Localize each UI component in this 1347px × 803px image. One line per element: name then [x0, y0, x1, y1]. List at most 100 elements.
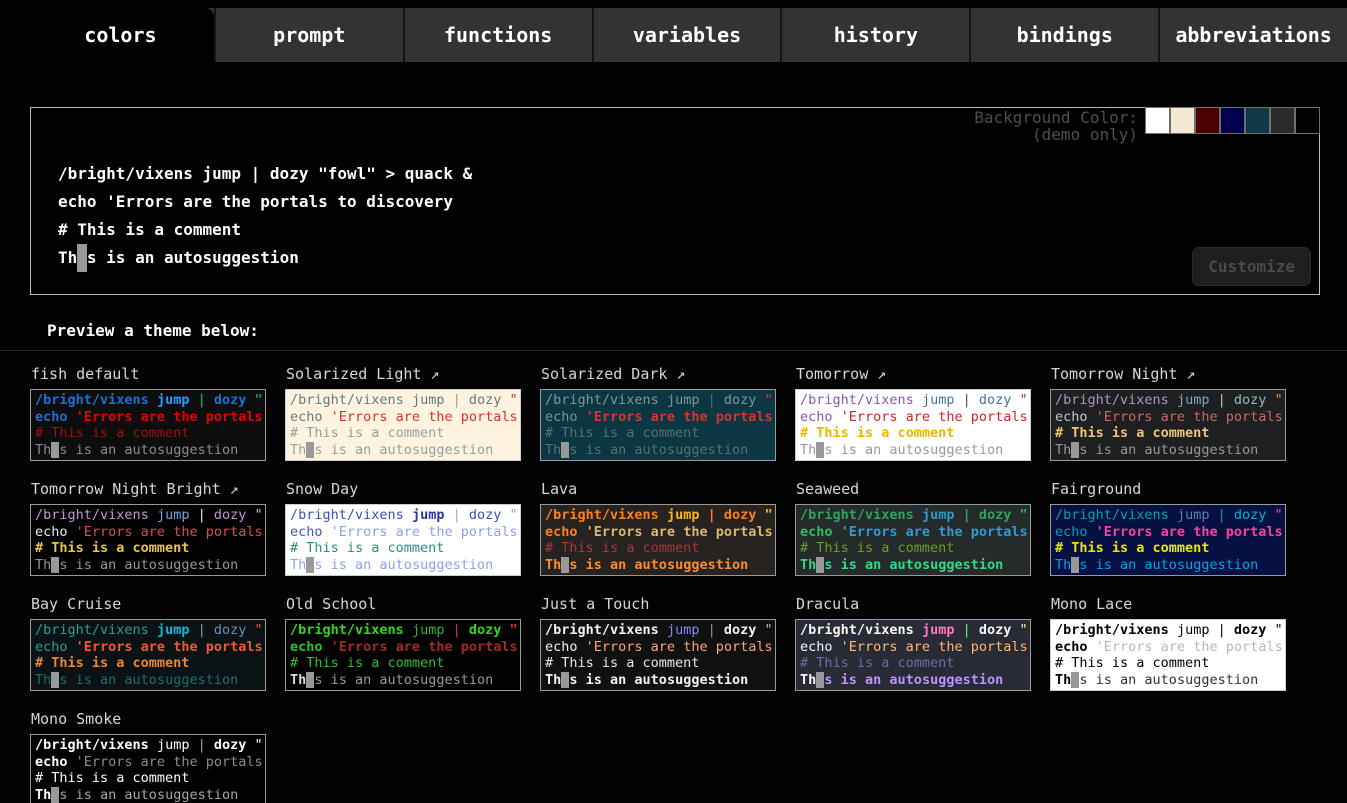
theme-card[interactable]: Solarized Light ↗/bright/vixens jump | d… — [285, 359, 521, 461]
theme-preview-box[interactable]: /bright/vixens jump | dozy "echo 'Errors… — [285, 389, 521, 461]
token-param: jump — [1177, 392, 1210, 408]
autosuggestion-text: s is an autosuggestion — [59, 672, 238, 688]
autosuggestion-text: s is an autosuggestion — [1079, 442, 1258, 458]
token-pipe: | — [963, 507, 971, 523]
theme-name-text: fish default — [31, 365, 139, 383]
theme-card[interactable]: Seaweed/bright/vixens jump | dozy "echo … — [795, 474, 1031, 576]
token-echo: echo — [290, 409, 323, 425]
theme-card[interactable]: Mono Lace/bright/vixens jump | dozy "ech… — [1050, 589, 1286, 691]
token-pipe: | — [198, 507, 206, 523]
token-path: /bright/vixens — [1055, 622, 1169, 638]
bg-swatch-maroon[interactable] — [1195, 107, 1220, 134]
theme-section: fish default/bright/vixens jump | dozy "… — [0, 350, 1347, 803]
bg-swatch-cream[interactable] — [1170, 107, 1195, 134]
theme-card[interactable]: Lava/bright/vixens jump | dozy "echo 'Er… — [540, 474, 776, 576]
background-color-label-line1: Background Color: — [974, 109, 1138, 126]
theme-card[interactable]: Tomorrow Night Bright ↗ /bright/vixens ju… — [30, 474, 266, 576]
theme-name-text: Lava — [541, 480, 577, 498]
autosuggestion-text: s is an autosuggestion — [569, 557, 748, 573]
autosuggestion-text: s is an autosuggestion — [1079, 557, 1258, 573]
theme-preview-box[interactable]: /bright/vixens jump | dozy "echo 'Errors… — [30, 734, 266, 803]
theme-card[interactable]: Dracula/bright/vixens jump | dozy "echo … — [795, 589, 1031, 691]
theme-preview-box[interactable]: /bright/vixens jump | dozy "echo 'Errors… — [30, 389, 266, 461]
bg-swatch-white[interactable] — [1145, 107, 1170, 134]
customize-button[interactable]: Customize — [1192, 247, 1311, 286]
token-echo: echo — [290, 639, 323, 655]
theme-name-text: Tomorrow Night — [1051, 365, 1177, 383]
theme-preview-box[interactable]: /bright/vixens jump | dozy "echo 'Errors… — [540, 389, 776, 461]
theme-card[interactable]: Mono Smoke/bright/vixens jump | dozy "ec… — [30, 704, 266, 803]
theme-preview-box[interactable]: /bright/vixens jump | dozy "echo 'Errors… — [540, 504, 776, 576]
theme-name: Tomorrow Night Bright ↗ — [31, 480, 266, 498]
sample-line-2: echo 'Errors are the portals to discover… — [545, 524, 771, 541]
theme-preview-box[interactable]: /bright/vixens jump | dozy "echo 'Errors… — [795, 504, 1031, 576]
sample-line-4: This is an autosuggestion — [35, 672, 261, 689]
tab-history[interactable]: history — [780, 8, 969, 62]
token-comment: # This is a comment — [800, 425, 954, 441]
theme-name: Tomorrow Night ↗ — [1051, 365, 1286, 383]
autosuggestion-text: s is an autosuggestion — [87, 248, 299, 267]
theme-card[interactable]: Old School/bright/vixens jump | dozy "ec… — [285, 589, 521, 691]
theme-preview-box[interactable]: /bright/vixens jump | dozy "echo 'Errors… — [1050, 504, 1286, 576]
tab-bindings[interactable]: bindings — [969, 8, 1158, 62]
tab-colors[interactable]: colors — [27, 8, 214, 62]
token-comment: # This is a comment — [545, 425, 699, 441]
token-comment: # This is a comment — [545, 540, 699, 556]
token-path: /bright/vixens — [1055, 392, 1169, 408]
bg-swatch-black[interactable] — [1295, 107, 1320, 134]
theme-card[interactable]: fish default/bright/vixens jump | dozy "… — [30, 359, 266, 461]
theme-name: Seaweed — [796, 480, 1031, 498]
autosuggestion-text: s is an autosuggestion — [824, 672, 1003, 688]
theme-preview-box[interactable]: /bright/vixens jump | dozy "echo 'Errors… — [1050, 619, 1286, 691]
sample-line-4: This is an autosuggestion — [35, 787, 261, 803]
tab-functions[interactable]: functions — [403, 8, 592, 62]
token-echo: echo — [545, 524, 578, 540]
theme-preview-box[interactable]: /bright/vixens jump | dozy "echo 'Errors… — [285, 619, 521, 691]
token-param: jump — [412, 622, 445, 638]
token-quote: " — [1020, 622, 1028, 638]
theme-preview-box[interactable]: /bright/vixens jump | dozy "echo 'Errors… — [795, 389, 1031, 461]
typed-text: Th — [545, 442, 561, 458]
theme-name: Fairground — [1051, 480, 1286, 498]
theme-card[interactable]: Solarized Dark ↗/bright/vixens jump | do… — [540, 359, 776, 461]
token-string: 'Errors are the portals to discovery — [841, 524, 1031, 540]
sample-line-4: This is an autosuggestion — [800, 672, 1026, 689]
tab-prompt[interactable]: prompt — [214, 8, 403, 62]
background-swatch-row — [1145, 107, 1320, 134]
sample-line-1: /bright/vixens jump | dozy " — [800, 622, 1026, 639]
sample-line-1: /bright/vixens jump | dozy " — [1055, 392, 1281, 409]
sample-line-2: echo 'Errors are the portals to discover… — [1055, 639, 1281, 656]
theme-card[interactable]: Just a Touch/bright/vixens jump | dozy "… — [540, 589, 776, 691]
token-pipe: | — [198, 622, 206, 638]
theme-preview-box[interactable]: /bright/vixens jump | dozy "echo 'Errors… — [30, 619, 266, 691]
theme-preview-box[interactable]: /bright/vixens jump | dozy "echo 'Errors… — [1050, 389, 1286, 461]
bg-swatch-teal[interactable] — [1245, 107, 1270, 134]
sample-line-2: echo 'Errors are the portals to discover… — [800, 409, 1026, 426]
tab-variables[interactable]: variables — [592, 8, 781, 62]
token-param: jump — [1177, 622, 1210, 638]
theme-card[interactable]: Bay Cruise/bright/vixens jump | dozy "ec… — [30, 589, 266, 691]
theme-preview-box[interactable]: /bright/vixens jump | dozy "echo 'Errors… — [30, 504, 266, 576]
theme-preview-box[interactable]: /bright/vixens jump | dozy "echo 'Errors… — [540, 619, 776, 691]
token-quote: " — [255, 622, 263, 638]
theme-name-text: Solarized Light — [286, 365, 421, 383]
tab-abbreviations[interactable]: abbreviations — [1158, 8, 1347, 62]
bg-swatch-charcoal[interactable] — [1270, 107, 1295, 134]
theme-card[interactable]: Tomorrow Night ↗ /bright/vixens jump | do… — [1050, 359, 1286, 461]
token-quote: " — [1275, 392, 1283, 408]
token-comment: # This is a comment — [290, 655, 444, 671]
token-path: /bright/vixens — [545, 392, 659, 408]
bg-swatch-navy[interactable] — [1220, 107, 1245, 134]
sample-line-2: echo 'Errors are the portals to discover… — [290, 409, 516, 426]
theme-preview-box[interactable]: /bright/vixens jump | dozy "echo 'Errors… — [795, 619, 1031, 691]
theme-preview-box[interactable]: /bright/vixens jump | dozy "echo 'Errors… — [285, 504, 521, 576]
sample-line-2: echo 'Errors are the portals to discover… — [800, 524, 1026, 541]
theme-card[interactable]: Tomorrow ↗/bright/vixens jump | dozy "ec… — [795, 359, 1031, 461]
sample-line-4: This is an autosuggestion — [800, 557, 1026, 574]
theme-name-text: Fairground — [1051, 480, 1141, 498]
theme-card[interactable]: Snow Day/bright/vixens jump | dozy "echo… — [285, 474, 521, 576]
theme-card[interactable]: Fairground/bright/vixens jump | dozy "ec… — [1050, 474, 1286, 576]
token-path: /bright/vixens — [35, 392, 149, 408]
theme-name-text: Tomorrow — [796, 365, 868, 383]
token-command: dozy — [469, 507, 502, 523]
